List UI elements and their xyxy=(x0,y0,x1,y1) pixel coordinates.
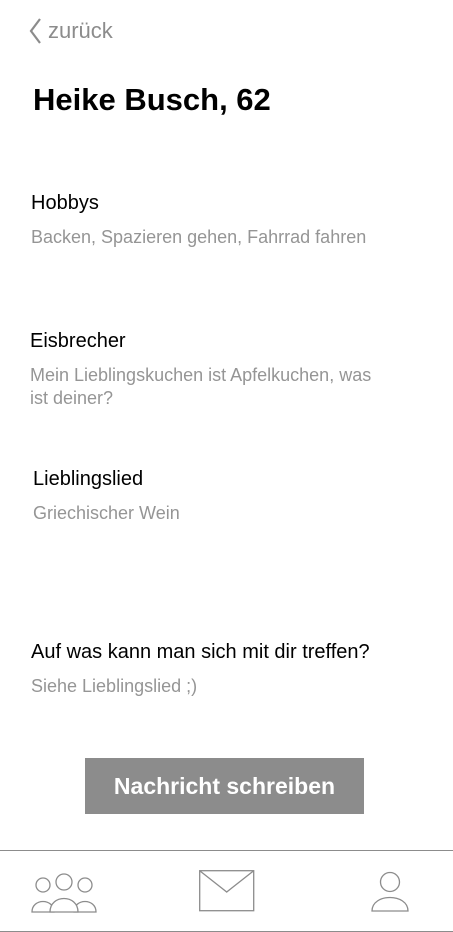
section-value: Backen, Spazieren gehen, Fahrrad fahren xyxy=(31,227,367,247)
section-label: Hobbys xyxy=(31,192,99,214)
nav-item-group[interactable] xyxy=(31,872,97,914)
envelope-icon xyxy=(199,870,255,912)
section-label: Lieblingslied xyxy=(33,468,144,490)
section-value: Griechischer Wein xyxy=(33,503,180,523)
section-treffen: Auf was kann man sich mit dir treffen? S… xyxy=(31,640,431,698)
section-label: Auf was kann man sich mit dir treffen? xyxy=(31,641,370,663)
section-value: Mein Lieblingskuchen ist Apfelkuchen, wa… xyxy=(30,365,372,408)
person-icon xyxy=(371,871,409,912)
write-message-button[interactable]: Nachricht schreiben xyxy=(85,758,364,814)
section-label: Eisbrecher xyxy=(30,330,126,352)
bottom-nav-divider xyxy=(0,850,453,851)
back-button[interactable]: zurück xyxy=(28,16,113,46)
nav-item-messages[interactable] xyxy=(199,870,255,912)
chevron-left-icon xyxy=(29,18,41,44)
section-value: Siehe Lieblingslied ;) xyxy=(31,676,198,696)
nav-item-profile[interactable] xyxy=(371,871,409,913)
section-lieblingslied: Lieblingslied Griechischer Wein xyxy=(33,467,393,525)
profile-title: Heike Busch, 62 xyxy=(33,82,271,117)
back-label: zurück xyxy=(48,18,113,43)
section-eisbrecher: Eisbrecher Mein Lieblingskuchen ist Apfe… xyxy=(30,329,380,410)
section-hobbys: Hobbys Backen, Spazieren gehen, Fahrrad … xyxy=(31,191,431,249)
group-icon xyxy=(31,873,97,913)
